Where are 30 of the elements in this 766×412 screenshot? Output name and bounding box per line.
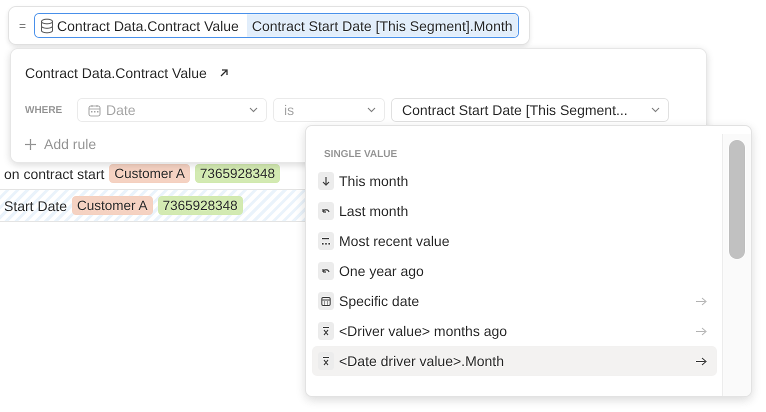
row-label: on contract start <box>4 166 104 182</box>
menu-item[interactable]: Specific date <box>312 286 717 316</box>
chevron-down-icon <box>367 107 376 113</box>
tag: 7365928348 <box>158 196 243 215</box>
equals-sign: = <box>19 18 26 32</box>
tag: 7365928348 <box>194 164 280 183</box>
chevron-down-icon <box>249 107 258 113</box>
tag: Customer A <box>109 164 190 183</box>
chevron-down-icon <box>651 107 660 113</box>
menu-item[interactable]: This month <box>312 166 717 196</box>
row-label: Start Date <box>4 198 68 214</box>
external-link-icon[interactable] <box>218 68 229 78</box>
formula-field[interactable]: Contract Data.Contract Value Contract Start Date [This Segment].Month <box>34 13 519 38</box>
popover-title: Contract Data.Contract Value <box>25 65 207 81</box>
database-icon <box>40 18 54 34</box>
plus-icon <box>25 138 36 150</box>
argument-token[interactable]: Contract Start Date [This Segment].Month <box>246 14 518 37</box>
scrollbar[interactable] <box>722 134 751 396</box>
menu-item[interactable]: <Driver value> months ago <box>312 316 717 346</box>
section-heading: SINGLE VALUE <box>323 148 398 162</box>
menu-item[interactable]: Last month <box>312 196 717 226</box>
menu-item[interactable]: One year ago <box>312 256 717 286</box>
where-label: WHERE <box>25 104 64 116</box>
menu-item[interactable]: <Date driver value>.Month <box>312 346 717 376</box>
calendar-icon <box>88 104 101 116</box>
reference-token[interactable]: Contract Data.Contract Value <box>57 18 247 34</box>
tag: Customer A <box>72 196 153 215</box>
filter-select[interactable]: Contract Start Date [This Segment... <box>391 98 669 122</box>
scrollbar-thumb[interactable] <box>729 140 745 259</box>
menu-item[interactable]: Most recent value <box>312 226 717 256</box>
